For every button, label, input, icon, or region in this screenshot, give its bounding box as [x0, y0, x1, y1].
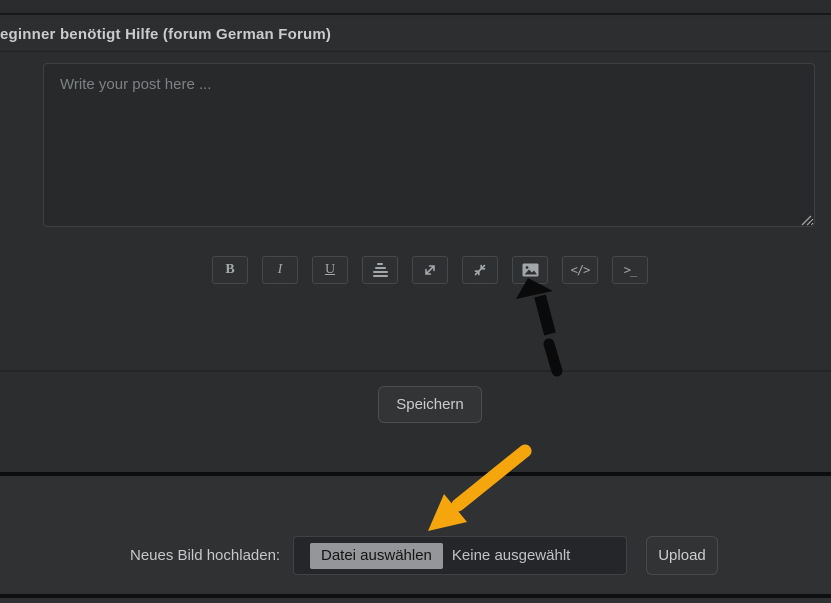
file-input[interactable]: Datei auswählen Keine ausgewählt	[293, 536, 627, 575]
expand-arrows-icon	[422, 262, 438, 278]
collapse-button[interactable]	[462, 256, 498, 284]
upload-button[interactable]: Upload	[646, 536, 718, 575]
image-icon	[522, 263, 539, 277]
bold-icon: B	[225, 262, 234, 278]
bottom-strip	[0, 598, 831, 603]
italic-button[interactable]: I	[262, 256, 298, 284]
upload-label: Neues Bild hochladen:	[130, 547, 280, 564]
align-center-button[interactable]	[362, 256, 398, 284]
thread-title: eginner benötigt Hilfe (forum German For…	[0, 26, 331, 43]
section-divider	[0, 370, 831, 372]
forum-post-editor-screen: eginner benötigt Hilfe (forum German For…	[0, 0, 831, 603]
image-button[interactable]	[512, 256, 548, 284]
thread-header-bar: eginner benötigt Hilfe (forum German For…	[0, 17, 831, 52]
underline-icon: U	[325, 262, 335, 278]
expand-button[interactable]	[412, 256, 448, 284]
formatting-toolbar: B I U	[212, 256, 648, 284]
top-strip	[0, 0, 831, 15]
terminal-icon: >_	[624, 263, 636, 277]
terminal-button[interactable]: >_	[612, 256, 648, 284]
save-button[interactable]: Speichern	[378, 386, 482, 423]
choose-file-button[interactable]: Datei auswählen	[310, 543, 443, 569]
code-icon: </>	[571, 263, 590, 277]
file-selected-status: Keine ausgewählt	[452, 547, 570, 564]
align-center-icon	[373, 263, 388, 277]
code-button[interactable]: </>	[562, 256, 598, 284]
collapse-arrows-icon	[472, 262, 488, 278]
black-arrow-annotation	[503, 272, 575, 382]
italic-icon: I	[278, 262, 283, 278]
upload-section	[0, 476, 831, 594]
underline-button[interactable]: U	[312, 256, 348, 284]
bold-button[interactable]: B	[212, 256, 248, 284]
post-input[interactable]	[43, 63, 815, 227]
